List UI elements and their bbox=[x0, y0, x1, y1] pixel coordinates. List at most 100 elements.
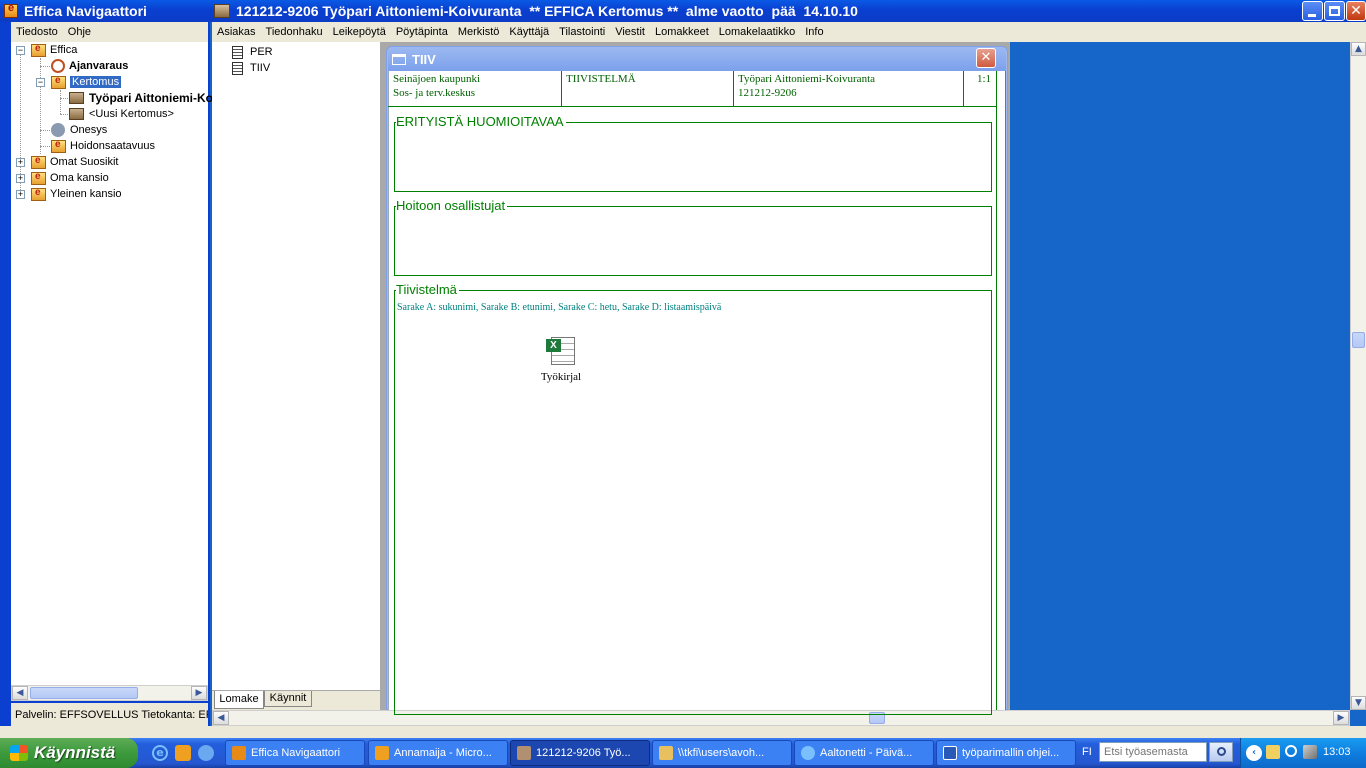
section-hoitoon-osallistujat[interactable]: Hoitoon osallistujat bbox=[394, 199, 992, 276]
folder-icon bbox=[31, 171, 46, 185]
scroll-left-icon[interactable]: ◀ bbox=[12, 686, 28, 700]
tray-search-icon[interactable] bbox=[1285, 745, 1297, 757]
kertomus-folder-icon bbox=[51, 75, 66, 89]
minimize-button[interactable] bbox=[1302, 1, 1323, 21]
section-title: Tiivistelmä bbox=[396, 282, 459, 297]
tab-lomake[interactable]: Lomake bbox=[214, 691, 264, 709]
menu-kayttaja[interactable]: Käyttäjä bbox=[504, 26, 554, 38]
expand-omat-suosikit-icon[interactable]: + bbox=[16, 158, 25, 167]
hoidonsaatavuus-icon bbox=[51, 139, 66, 153]
tiiv-titlebar[interactable]: TIIV bbox=[388, 47, 1006, 71]
menu-merkisto[interactable]: Merkistö bbox=[453, 26, 505, 38]
tree-onesys[interactable]: Onesys bbox=[51, 122, 107, 138]
tiiv-close-button[interactable]: ✕ bbox=[976, 48, 996, 68]
tree-ajanvaraus[interactable]: Ajanvaraus bbox=[51, 58, 128, 74]
effica-icon bbox=[232, 746, 246, 760]
tree-tyopari[interactable]: Työpari Aittoniemi-Ko bbox=[69, 90, 213, 106]
navigator-tree: − Effica Ajanvaraus − Kertomus Työpari A… bbox=[11, 42, 213, 685]
task-effica-navigaattori[interactable]: Effica Navigaattori bbox=[225, 740, 365, 766]
expand-oma-kansio-icon[interactable]: + bbox=[16, 174, 25, 183]
scroll-right-icon[interactable]: ▶ bbox=[191, 686, 207, 700]
menu-info[interactable]: Info bbox=[800, 26, 828, 38]
form-per[interactable]: PER bbox=[232, 44, 273, 60]
kertomus-title: 121212-9206 Työpari Aittoniemi-Koivurant… bbox=[236, 3, 858, 19]
header-form-name: TIIVISTELMÄ bbox=[566, 73, 636, 85]
close-icon: ✕ bbox=[1350, 3, 1362, 19]
header-ssn: 121212-9206 bbox=[738, 87, 797, 99]
form-tiiv[interactable]: TIIV bbox=[232, 60, 270, 76]
document-icon bbox=[232, 61, 243, 75]
scroll-up-icon[interactable]: ▲ bbox=[1351, 42, 1366, 56]
scroll-right-icon[interactable]: ▶ bbox=[1333, 711, 1349, 725]
task-tkfi-folder[interactable]: \\tkfi\users\avoh... bbox=[652, 740, 792, 766]
menu-leikepoyta[interactable]: Leikepöytä bbox=[328, 26, 391, 38]
tree-omat-suosikit[interactable]: Omat Suosikit bbox=[31, 154, 118, 170]
scroll-thumb[interactable] bbox=[1352, 332, 1365, 348]
tree-oma-kansio[interactable]: Oma kansio bbox=[31, 170, 109, 186]
menu-tilastointi[interactable]: Tilastointi bbox=[554, 26, 610, 38]
clock-icon bbox=[51, 59, 65, 73]
kertomus-titlebar[interactable]: 121212-9206 Työpari Aittoniemi-Koivurant… bbox=[210, 0, 1366, 22]
maximize-icon bbox=[1329, 6, 1340, 16]
tree-kertomus[interactable]: Kertomus bbox=[51, 74, 122, 90]
maximize-button[interactable] bbox=[1324, 1, 1345, 21]
minimize-icon bbox=[1308, 14, 1316, 17]
task-kertomus[interactable]: 121212-9206 Työ... bbox=[510, 740, 650, 766]
menu-lomakkeet[interactable]: Lomakkeet bbox=[650, 26, 714, 38]
tray-expand-icon[interactable]: ‹ bbox=[1246, 745, 1262, 761]
record-book-icon bbox=[69, 108, 84, 120]
record-book-icon bbox=[69, 92, 84, 104]
close-icon: ✕ bbox=[980, 50, 992, 65]
menu-lomakelaatikko[interactable]: Lomakelaatikko bbox=[714, 26, 800, 38]
tray-tool-icon[interactable] bbox=[1303, 745, 1317, 759]
language-indicator[interactable]: FI bbox=[1082, 746, 1092, 758]
navigator-hscrollbar[interactable]: ◀ ▶ bbox=[11, 685, 208, 701]
tree-effica[interactable]: Effica bbox=[31, 42, 77, 58]
collapse-effica-icon[interactable]: − bbox=[16, 46, 25, 55]
kertomus-statusbar bbox=[0, 726, 1366, 738]
start-button[interactable]: Käynnistä bbox=[0, 738, 138, 768]
kertomus-vscrollbar[interactable]: ▲ ▼ bbox=[1350, 42, 1366, 710]
tree-yleinen-kansio[interactable]: Yleinen kansio bbox=[31, 186, 122, 202]
kertomus-menubar: Asiakas Tiedonhaku Leikepöytä Pöytäpinta… bbox=[212, 22, 1366, 42]
section-erityista-huomioitavaa[interactable]: ERITYISTÄ HUOMIOITAVAA bbox=[394, 115, 992, 192]
clock[interactable]: 13:03 bbox=[1323, 746, 1351, 758]
quicklaunch-outlook-icon[interactable] bbox=[175, 745, 191, 761]
task-word-document[interactable]: työparimallin ohjei... bbox=[936, 740, 1076, 766]
quicklaunch-ie-icon[interactable]: e bbox=[152, 745, 168, 761]
close-button[interactable]: ✕ bbox=[1346, 1, 1366, 21]
window-icon bbox=[392, 53, 406, 65]
search-input[interactable] bbox=[1099, 742, 1207, 762]
scroll-down-icon[interactable]: ▼ bbox=[1351, 696, 1366, 710]
collapse-kertomus-icon[interactable]: − bbox=[36, 78, 45, 87]
section-title: ERITYISTÄ HUOMIOITAVAA bbox=[396, 114, 566, 129]
record-book-icon bbox=[214, 4, 230, 18]
section-tiivistelma[interactable]: Tiivistelmä Sarake A: sukunimi, Sarake B… bbox=[394, 283, 992, 715]
tray-network-icon[interactable] bbox=[1266, 745, 1280, 759]
attachment-workbook[interactable]: X Työkirjal bbox=[533, 335, 589, 383]
navigator-title: Effica Navigaattori bbox=[24, 3, 147, 19]
tiiv-header: Seinäjoen kaupunki Sos- ja terv.keskus T… bbox=[388, 71, 996, 107]
navigator-statusbar: Palvelin: EFFSOVELLUS Tietokanta: EF bbox=[11, 703, 208, 727]
tree-hoidonsaatavuus[interactable]: Hoidonsaatavuus bbox=[51, 138, 155, 154]
menu-asiakas[interactable]: Asiakas bbox=[212, 26, 261, 38]
navigator-titlebar[interactable]: Effica Navigaattori bbox=[0, 0, 210, 22]
quicklaunch-browser-icon[interactable] bbox=[198, 745, 214, 761]
document-icon bbox=[232, 45, 243, 59]
menu-tiedosto[interactable]: Tiedosto bbox=[11, 26, 63, 38]
menu-ohje[interactable]: Ohje bbox=[63, 26, 96, 38]
expand-yleinen-kansio-icon[interactable]: + bbox=[16, 190, 25, 199]
scroll-left-icon[interactable]: ◀ bbox=[213, 711, 229, 725]
search-button[interactable] bbox=[1209, 742, 1233, 762]
menu-poytapinta[interactable]: Pöytäpinta bbox=[391, 26, 453, 38]
menu-tiedonhaku[interactable]: Tiedonhaku bbox=[261, 26, 328, 38]
tree-uusi-kertomus[interactable]: <Uusi Kertomus> bbox=[69, 106, 174, 122]
folder-icon bbox=[659, 746, 673, 760]
effica-folder-icon bbox=[31, 43, 46, 57]
menu-viestit[interactable]: Viestit bbox=[610, 26, 650, 38]
task-aaltonetti[interactable]: Aaltonetti - Päivä... bbox=[794, 740, 934, 766]
tab-kaynnit[interactable]: Käynnit bbox=[264, 691, 312, 707]
scroll-thumb[interactable] bbox=[30, 687, 138, 699]
task-annamaija[interactable]: Annamaija - Micro... bbox=[368, 740, 508, 766]
record-book-icon bbox=[517, 746, 531, 760]
